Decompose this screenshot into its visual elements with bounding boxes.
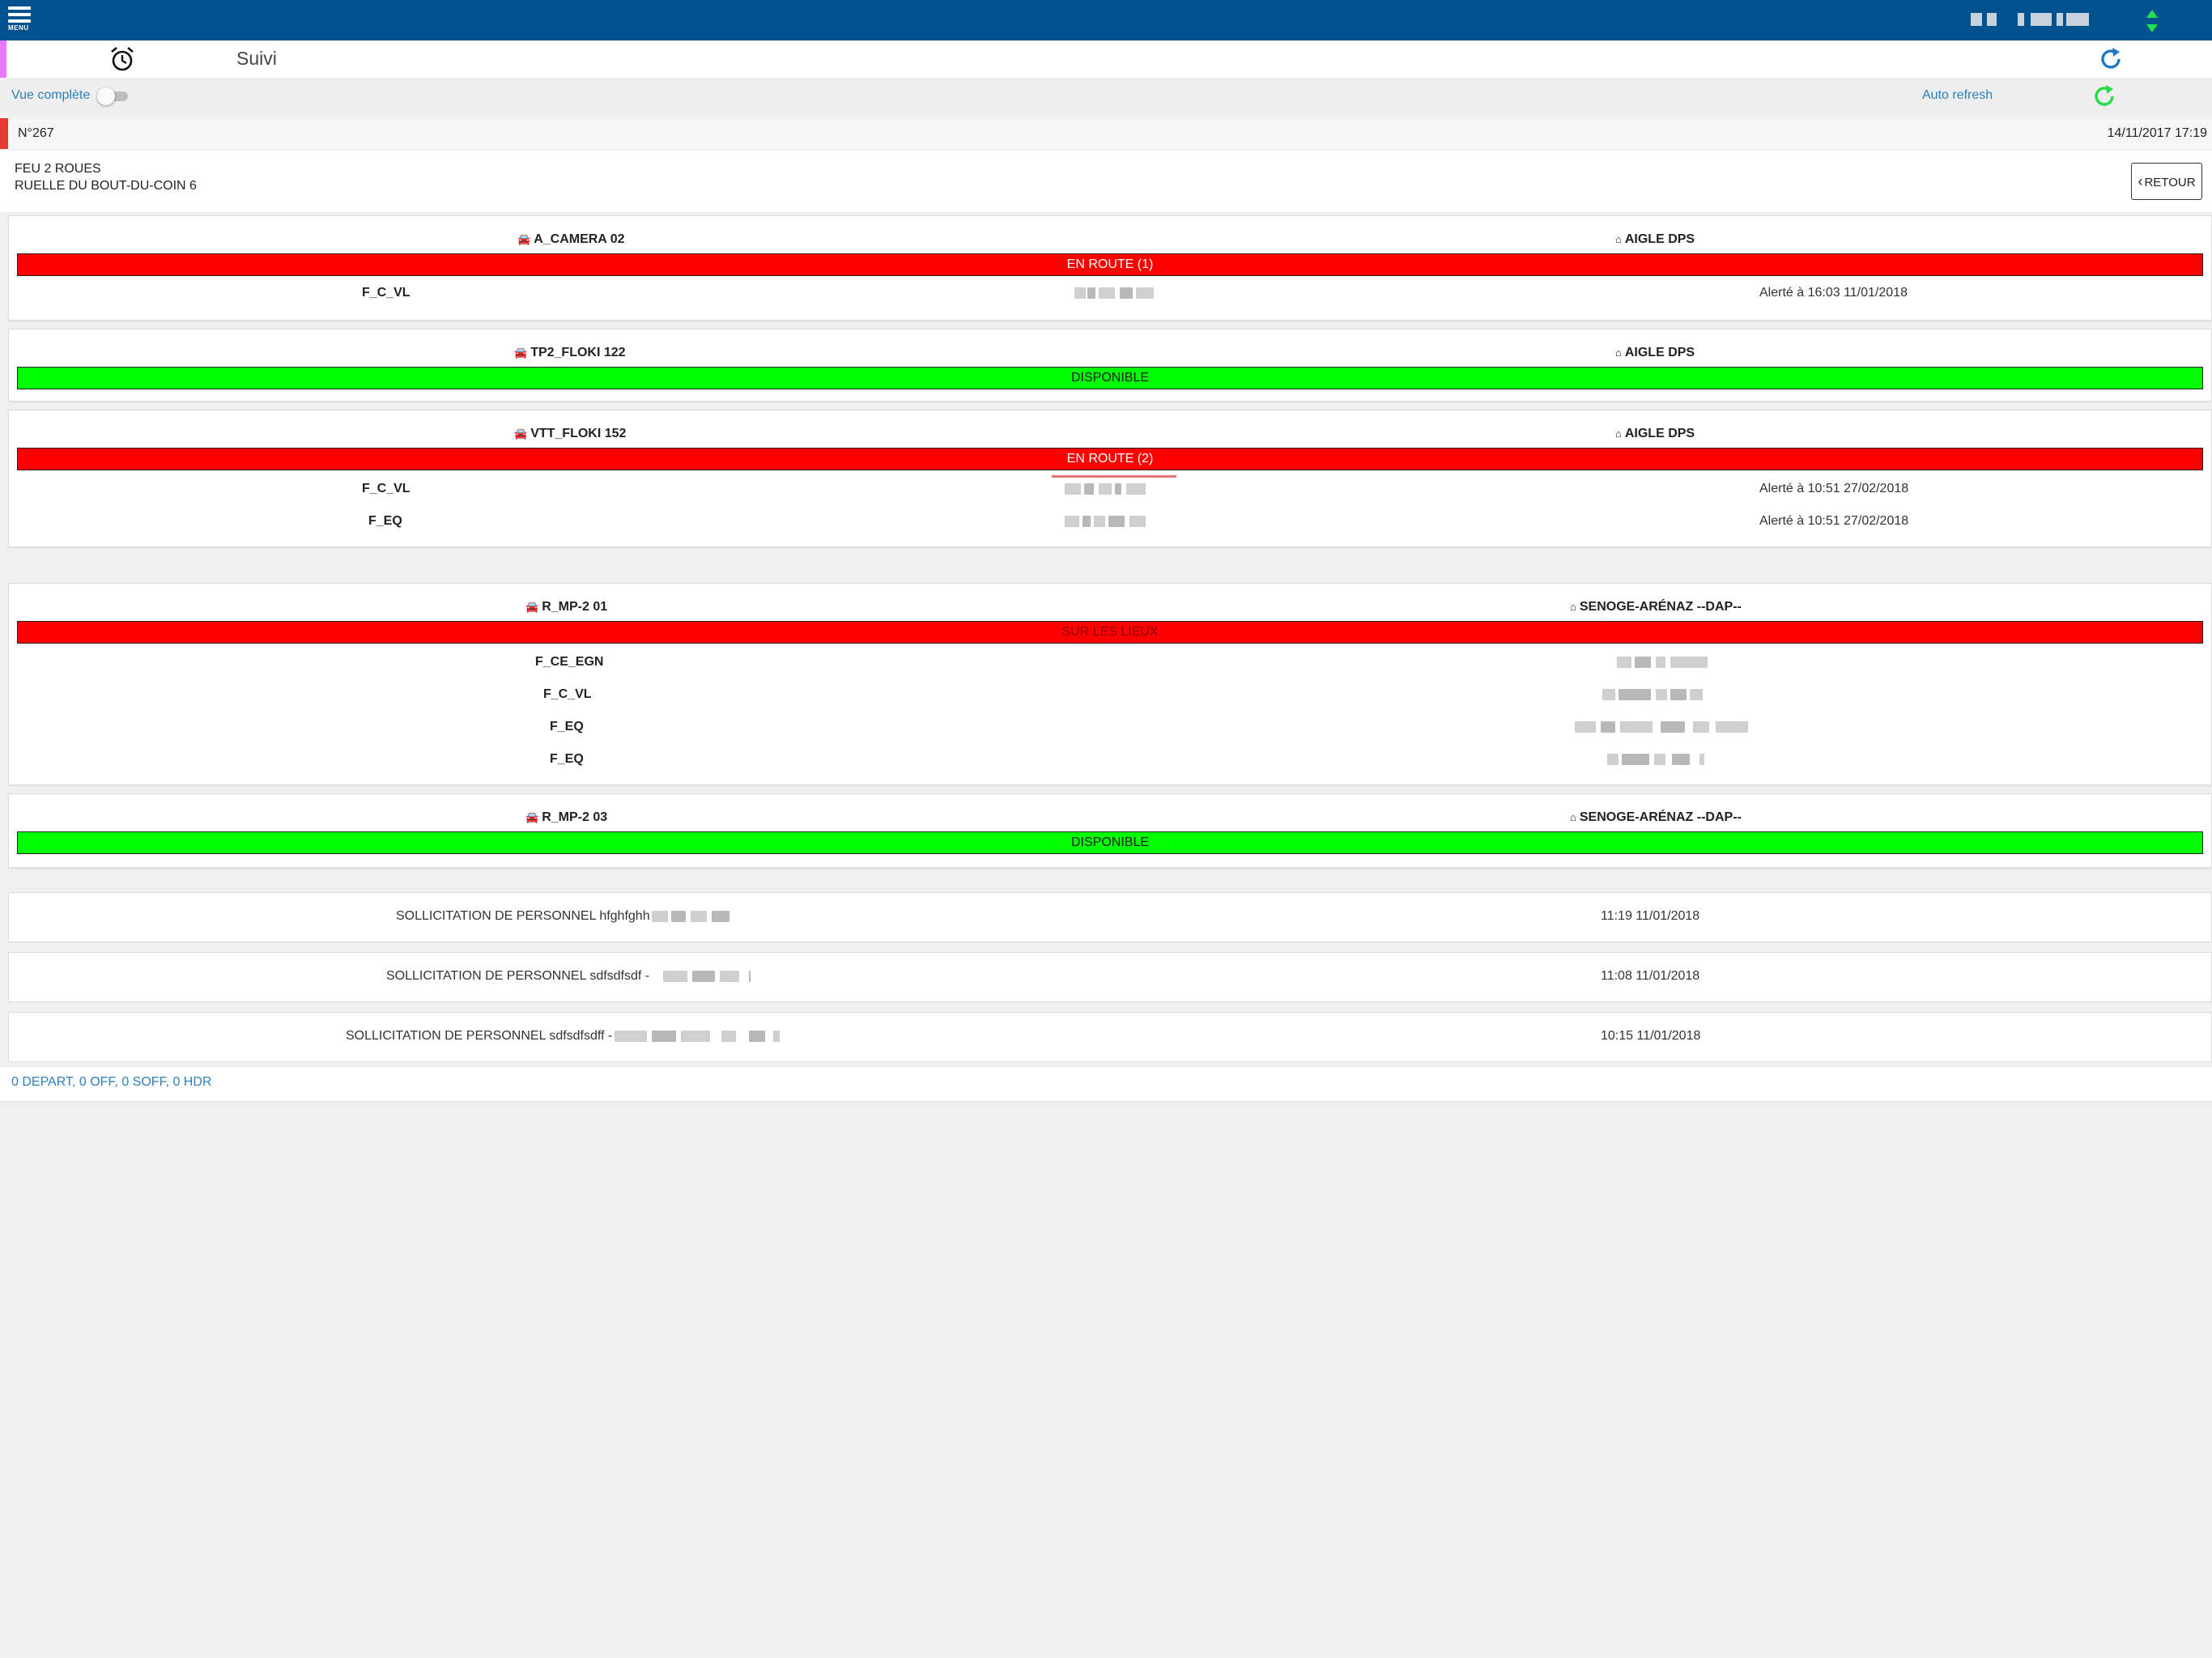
vehicle-name[interactable]: 🚘 A_CAMERA 02 — [517, 232, 625, 247]
status-underline — [1052, 475, 1176, 478]
sollicitation-person-redacted — [653, 967, 759, 984]
sollicitation-row[interactable]: SOLLICITATION DE PERSONNEL sdfsdfsdff - … — [8, 1012, 2212, 1062]
home-icon: ⌂ — [1615, 233, 1622, 245]
home-icon: ⌂ — [1615, 346, 1622, 359]
vehicle-name[interactable]: 🚘 VTT_FLOKI 152 — [514, 427, 626, 441]
crew-role: F_CE_EGN — [535, 655, 604, 669]
incident-bar: N°267 14/11/2017 17:19 — [0, 118, 2212, 149]
sollicitation-time: 10:15 11/01/2018 — [1601, 1029, 1701, 1043]
status-bar[interactable]: EN ROUTE (1) — [17, 253, 2203, 276]
crew-member-redacted — [1599, 686, 1721, 702]
crew-role: F_EQ — [550, 720, 584, 733]
vehicle-name[interactable]: 🚘 TP2_FLOKI 122 — [514, 346, 626, 360]
crew-role: F_C_VL — [362, 482, 410, 495]
incident-number: N°267 — [18, 126, 54, 140]
vehicle-site: ⌂ AIGLE DPS — [1615, 346, 1695, 359]
car-icon: 🚘 — [514, 346, 528, 359]
back-button[interactable]: ‹ RETOUR — [2131, 163, 2202, 200]
top-app-bar: MENU — [0, 0, 2212, 40]
vehicle-card: 🚘 A_CAMERA 02 ⌂ AIGLE DPS EN ROUTE (1) F_C… — [8, 215, 2212, 321]
vehicle-site: ⌂ SENOGE-ARÉNAZ --DAP-- — [1570, 810, 1742, 824]
auto-refresh-label[interactable]: Auto refresh — [1922, 88, 1993, 103]
vue-complete-label: Vue complète — [11, 88, 91, 102]
summary-bar: 0 DEPART, 0 OFF, 0 SOFF, 0 HDR — [0, 1067, 2212, 1102]
crew-member-redacted — [1572, 718, 1758, 734]
sollicitation-time: 11:19 11/01/2018 — [1601, 909, 1700, 923]
crew-member-redacted — [1061, 512, 1167, 529]
crew-role: F_EQ — [550, 752, 584, 766]
vehicle-site: ⌂ SENOGE-ARÉNAZ --DAP-- — [1570, 600, 1742, 614]
vehicle-card: 🚘 TP2_FLOKI 122 ⌂ AIGLE DPS DISPONIBLE — [8, 329, 2212, 402]
back-button-label: RETOUR — [2144, 176, 2196, 189]
home-icon: ⌂ — [1615, 427, 1622, 440]
sollicitation-row[interactable]: SOLLICITATION DE PERSONNEL hfghfghh - 11… — [8, 892, 2212, 942]
home-icon: ⌂ — [1570, 811, 1576, 823]
sort-updown-icon[interactable] — [2144, 8, 2160, 34]
sollicitation-row[interactable]: SOLLICITATION DE PERSONNEL sdfsdfsdf - 1… — [8, 952, 2212, 1002]
status-bar[interactable]: DISPONIBLE — [17, 367, 2203, 389]
incident-details: FEU 2 ROUES RUELLE DU BOUT-DU-COIN 6 ‹ RE… — [0, 151, 2212, 212]
incident-datetime: 14/11/2017 17:19 — [2107, 126, 2207, 140]
home-icon: ⌂ — [1570, 601, 1576, 613]
vehicle-card: 🚘 R_MP-2 03 ⌂ SENOGE-ARÉNAZ --DAP-- DISPON… — [8, 793, 2212, 868]
sollicitation-text: SOLLICITATION DE PERSONNEL sdfsdfsdf - — [386, 969, 650, 983]
chevron-left-icon: ‹ — [2138, 173, 2143, 189]
incident-address: RUELLE DU BOUT-DU-COIN 6 — [15, 179, 197, 193]
sollicitation-person-redacted — [649, 908, 746, 924]
vue-complete-toggle[interactable] — [97, 87, 128, 105]
vehicle-site: ⌂ AIGLE DPS — [1615, 232, 1695, 246]
car-icon: 🚘 — [525, 811, 539, 823]
sollicitation-person-redacted — [611, 1027, 798, 1044]
crew-role: F_C_VL — [543, 687, 592, 701]
alert-time: Alerté à 10:51 27/02/2018 — [1759, 482, 1909, 495]
refresh-icon[interactable] — [2099, 47, 2123, 71]
crew-role: F_C_VL — [362, 286, 410, 300]
hamburger-icon — [8, 6, 31, 10]
crew-role: F_EQ — [368, 514, 402, 528]
menu-label: MENU — [8, 24, 29, 32]
status-bar[interactable]: DISPONIBLE — [17, 831, 2203, 854]
car-icon: 🚘 — [514, 427, 528, 440]
alert-time: Alerté à 10:51 27/02/2018 — [1759, 514, 1909, 528]
status-bar[interactable]: SUR LES LIEUX — [17, 621, 2203, 644]
page-header: Suivi — [0, 40, 2212, 78]
incident-type: FEU 2 ROUES — [15, 162, 101, 176]
alarm-clock-icon — [111, 47, 134, 71]
sollicitation-time: 11:08 11/01/2018 — [1601, 969, 1700, 983]
car-icon: 🚘 — [517, 233, 531, 245]
controls-row: Vue complète Auto refresh — [0, 78, 2212, 115]
crew-member-redacted — [1061, 480, 1167, 496]
personnel-summary[interactable]: 0 DEPART, 0 OFF, 0 SOFF, 0 HDR — [11, 1075, 211, 1090]
car-icon: 🚘 — [525, 601, 539, 613]
vehicle-card: 🚘 VTT_FLOKI 152 ⌂ AIGLE DPS EN ROUTE (2) F… — [8, 410, 2212, 547]
crew-member-redacted — [1609, 653, 1722, 670]
vehicle-name[interactable]: 🚘 R_MP-2 03 — [525, 810, 607, 825]
crew-member-redacted — [1070, 284, 1159, 300]
vehicle-name[interactable]: 🚘 R_MP-2 01 — [525, 600, 607, 614]
alert-time: Alerté à 16:03 11/01/2018 — [1759, 286, 1908, 300]
page-title: Suivi — [236, 48, 277, 69]
vehicle-site: ⌂ AIGLE DPS — [1615, 427, 1695, 440]
user-name-redacted[interactable] — [1966, 11, 2095, 28]
auto-refresh-icon[interactable] — [2092, 84, 2116, 108]
vehicle-card: 🚘 R_MP-2 01 ⌂ SENOGE-ARÉNAZ --DAP-- SUR LE… — [8, 583, 2212, 785]
menu-button[interactable]: MENU — [8, 6, 32, 36]
crew-member-redacted — [1604, 750, 1725, 767]
sollicitation-text: SOLLICITATION DE PERSONNEL sdfsdfsdff - — [346, 1029, 613, 1043]
status-bar[interactable]: EN ROUTE (2) — [17, 448, 2203, 470]
sollicitation-text: SOLLICITATION DE PERSONNEL hfghfghh - — [396, 909, 658, 923]
